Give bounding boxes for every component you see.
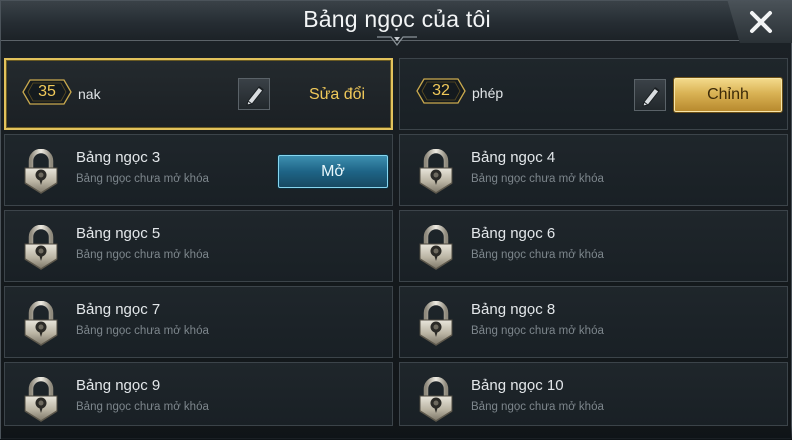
lock-icon	[21, 149, 61, 195]
window-title: Bảng ngọc của tôi	[303, 6, 491, 32]
lock-icon	[416, 149, 456, 195]
close-x-icon	[750, 11, 772, 33]
locked-slot-3: Bảng ngọc 3 Bảng ngọc chưa mở khóa Mở	[4, 134, 393, 206]
page-level: 35	[38, 83, 56, 100]
rename-button[interactable]	[238, 78, 270, 110]
lock-icon	[21, 377, 61, 423]
lock-icon	[21, 301, 61, 347]
slot-status: Bảng ngọc chưa mở khóa	[76, 249, 209, 261]
rune-pages-window: Bảng ngọc của tôi 35 nak Sửa đổi 32 phép	[0, 0, 792, 440]
slot-status: Bảng ngọc chưa mở khóa	[471, 325, 604, 337]
pencil-icon	[640, 84, 662, 108]
slot-status: Bảng ngọc chưa mở khóa	[471, 401, 604, 413]
slot-title: Bảng ngọc 8	[471, 301, 556, 318]
page-name: nak	[78, 86, 101, 102]
rune-page-card-2[interactable]: 32 phép Chỉnh	[399, 58, 788, 130]
title-ornament-icon	[377, 36, 417, 46]
slot-status: Bảng ngọc chưa mở khóa	[76, 401, 209, 413]
slot-title: Bảng ngọc 9	[76, 377, 161, 394]
slot-title: Bảng ngọc 10	[471, 377, 564, 394]
locked-slot-9: Bảng ngọc 9 Bảng ngọc chưa mở khóa	[4, 362, 393, 426]
locked-slot-4: Bảng ngọc 4 Bảng ngọc chưa mở khóa	[399, 134, 788, 206]
page-name: phép	[472, 85, 504, 101]
slot-title: Bảng ngọc 7	[76, 301, 161, 318]
locked-slot-7: Bảng ngọc 7 Bảng ngọc chưa mở khóa	[4, 286, 393, 358]
locked-slot-5: Bảng ngọc 5 Bảng ngọc chưa mở khóa	[4, 210, 393, 282]
slot-title: Bảng ngọc 4	[471, 149, 556, 166]
slot-status: Bảng ngọc chưa mở khóa	[471, 249, 604, 261]
list-fade	[1, 425, 792, 440]
edit-page-button[interactable]: Chỉnh	[674, 78, 782, 112]
slot-status: Bảng ngọc chưa mở khóa	[76, 173, 209, 185]
unlock-button[interactable]: Mở	[278, 155, 388, 188]
slot-title: Bảng ngọc 3	[76, 149, 161, 166]
slot-status: Bảng ngọc chưa mở khóa	[76, 325, 209, 337]
lock-icon	[416, 225, 456, 271]
locked-slot-10: Bảng ngọc 10 Bảng ngọc chưa mở khóa	[399, 362, 788, 426]
modify-button[interactable]: Sửa đổi	[309, 86, 365, 104]
slot-title: Bảng ngọc 5	[76, 225, 161, 242]
pencil-icon	[244, 83, 266, 107]
locked-slot-8: Bảng ngọc 8 Bảng ngọc chưa mở khóa	[399, 286, 788, 358]
slot-status: Bảng ngọc chưa mở khóa	[471, 173, 604, 185]
lock-icon	[416, 301, 456, 347]
slot-title: Bảng ngọc 6	[471, 225, 556, 242]
page-level: 32	[432, 82, 450, 99]
level-badge: 35	[22, 78, 72, 106]
rune-page-card-1[interactable]: 35 nak Sửa đổi	[4, 58, 393, 130]
lock-icon	[416, 377, 456, 423]
lock-icon	[21, 225, 61, 271]
rename-button[interactable]	[634, 79, 666, 111]
locked-slot-6: Bảng ngọc 6 Bảng ngọc chưa mở khóa	[399, 210, 788, 282]
title-bar: Bảng ngọc của tôi	[1, 1, 792, 46]
level-badge: 32	[416, 77, 466, 105]
